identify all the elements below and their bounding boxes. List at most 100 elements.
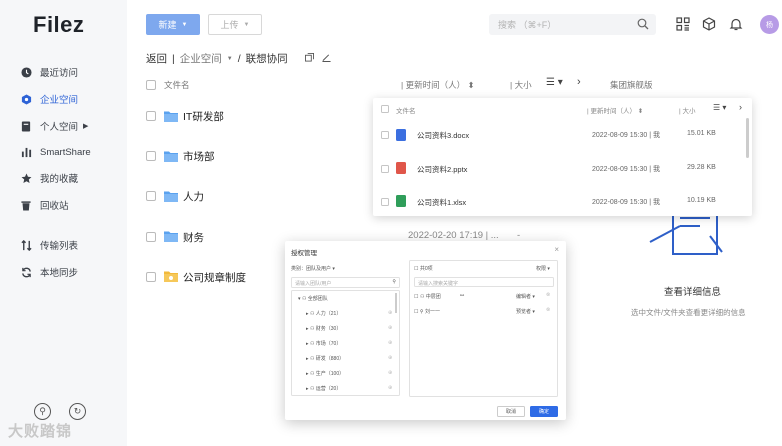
sidebar-item-transfer[interactable]: 传输列表 bbox=[20, 235, 120, 255]
sidebar-item-smartshare[interactable]: SmartShare bbox=[20, 142, 120, 162]
tree-item-label: 生产（100） bbox=[315, 371, 345, 377]
permission-header[interactable]: 权限 ▾ bbox=[536, 265, 550, 272]
back-link[interactable]: 返回 bbox=[146, 51, 167, 66]
add-icon[interactable]: ⊕ bbox=[388, 310, 392, 316]
add-icon[interactable]: ⊕ bbox=[388, 355, 392, 361]
add-icon[interactable]: ⊕ bbox=[388, 325, 392, 331]
permission-value: 编辑者 bbox=[516, 294, 532, 300]
tree-item-label: 财务（30） bbox=[315, 326, 342, 332]
folder-icon bbox=[164, 151, 178, 162]
member-search-input[interactable]: 请输入团队/用户 ⚲ bbox=[291, 277, 400, 288]
chevron-right-icon[interactable]: › bbox=[739, 102, 742, 112]
copy-icon[interactable] bbox=[304, 52, 314, 65]
sidebar-item-trash[interactable]: 回收站 bbox=[20, 195, 120, 215]
sidebar-item-label: 传输列表 bbox=[40, 241, 79, 252]
popup-column-time[interactable]: | 更新时间（人） ⬍ bbox=[587, 105, 643, 115]
category-select[interactable]: 团队及用户 bbox=[306, 266, 331, 272]
list-view-icon[interactable]: ☰ ▾ bbox=[546, 77, 563, 88]
cube-icon[interactable] bbox=[702, 17, 716, 31]
row-checkbox[interactable] bbox=[381, 165, 389, 173]
file-name[interactable]: 市场部 bbox=[183, 149, 215, 164]
sidebar-item-sync[interactable]: 本地同步 bbox=[20, 262, 120, 282]
chevron-down-icon: ▼ bbox=[181, 21, 188, 28]
list-view-icon[interactable]: ☰ ▾ bbox=[713, 103, 726, 112]
row-checkbox[interactable] bbox=[146, 191, 156, 201]
breadcrumb-space[interactable]: 企业空间 bbox=[180, 51, 222, 66]
column-header-time[interactable]: | 更新时间（人） ⬍ bbox=[401, 79, 475, 91]
search-input[interactable]: 搜索 （⌘+F） bbox=[489, 14, 656, 35]
remove-icon[interactable]: ⊗ bbox=[546, 307, 550, 313]
tree-item[interactable]: ▸ ⚇ 财务（30） bbox=[306, 325, 341, 332]
file-name[interactable]: IT研发部 bbox=[183, 109, 224, 124]
file-size: 10.19 KB bbox=[687, 197, 716, 204]
avatar[interactable]: 杨 bbox=[760, 15, 779, 34]
add-icon[interactable]: ⊕ bbox=[388, 370, 392, 376]
row-checkbox[interactable] bbox=[146, 232, 156, 242]
chevron-right-icon[interactable]: › bbox=[577, 76, 581, 88]
tree-root[interactable]: ▾ ⚇ 全部团队 bbox=[298, 295, 328, 302]
clock-icon bbox=[20, 66, 32, 78]
team-tree: ▾ ⚇ 全部团队 ▸ ⚇ 人力（21） ▸ ⚇ 财务（30） ▸ ⚇ 市场（70… bbox=[291, 290, 400, 396]
new-button[interactable]: 新建 ▼ bbox=[146, 14, 200, 35]
sidebar-item-personal[interactable]: 个人空间 ▶ bbox=[20, 116, 120, 136]
sidebar-item-favorites[interactable]: 我的收藏 bbox=[20, 168, 120, 188]
upload-button[interactable]: 上传 ▼ bbox=[208, 14, 262, 35]
file-name[interactable]: 公司规章制度 bbox=[183, 270, 246, 285]
file-name[interactable]: 财务 bbox=[183, 230, 204, 245]
tree-item-label: 市场（70） bbox=[315, 341, 342, 347]
sidebar-item-label: 本地同步 bbox=[40, 268, 79, 279]
chevron-down-icon[interactable]: ▼ bbox=[227, 56, 233, 62]
file-preview-popup: 文件名 | 更新时间（人） ⬍ | 大小 ☰ ▾ › 公司资料3.docx 20… bbox=[373, 98, 752, 216]
permission-select[interactable]: 编辑者 ▾ bbox=[516, 293, 535, 300]
file-name[interactable]: 公司资料1.xlsx bbox=[417, 197, 466, 208]
scrollbar[interactable] bbox=[395, 293, 397, 313]
grid-apps-icon[interactable] bbox=[676, 17, 690, 31]
file-time: 2022-08-09 15:30 | 我 bbox=[592, 166, 660, 173]
file-name[interactable]: 公司资料2.pptx bbox=[417, 164, 467, 175]
column-header-size[interactable]: | 大小 bbox=[510, 79, 532, 91]
folder-icon bbox=[164, 231, 178, 242]
ppt-file-icon bbox=[396, 162, 406, 174]
sidebar-item-label: 我的收藏 bbox=[40, 174, 79, 185]
add-icon[interactable]: ⊕ bbox=[388, 340, 392, 346]
popup-column-name[interactable]: 文件名 bbox=[396, 105, 416, 115]
row-checkbox[interactable] bbox=[146, 151, 156, 161]
select-all-checkbox[interactable] bbox=[146, 80, 156, 90]
member-row[interactable]: ☐ ⚲ 刘一一 bbox=[414, 308, 440, 315]
row-checkbox[interactable] bbox=[381, 198, 389, 206]
bell-icon[interactable] bbox=[729, 17, 743, 31]
permission-select[interactable]: 预览者 ▾ bbox=[516, 308, 535, 315]
select-all-checkbox[interactable] bbox=[381, 105, 389, 113]
add-icon[interactable]: ⊕ bbox=[388, 385, 392, 391]
keyword-search-input[interactable]: 请输入搜索关键字 bbox=[414, 277, 554, 287]
tree-item[interactable]: ▸ ⚇ 生产（100） bbox=[306, 370, 344, 377]
permission-value: 预览者 bbox=[516, 309, 532, 315]
scrollbar[interactable] bbox=[746, 118, 749, 158]
tree-item[interactable]: ▸ ⚇ 研发（880） bbox=[306, 355, 344, 362]
file-name[interactable]: 人力 bbox=[183, 189, 204, 204]
remove-icon[interactable]: ⊗ bbox=[546, 292, 550, 298]
watermark: 大败踏锦 bbox=[8, 423, 73, 440]
cancel-button[interactable]: 取消 bbox=[497, 406, 525, 417]
file-name[interactable]: 公司资料3.docx bbox=[417, 130, 469, 141]
row-checkbox[interactable] bbox=[381, 131, 389, 139]
link-icon[interactable]: ⚲ bbox=[34, 403, 51, 420]
row-checkbox[interactable] bbox=[146, 272, 156, 282]
tree-item[interactable]: ▸ ⚇ 市场（70） bbox=[306, 340, 341, 347]
column-header-name[interactable]: 文件名 bbox=[164, 79, 190, 91]
popup-column-size[interactable]: | 大小 bbox=[679, 105, 696, 115]
selected-count: ☐ 共0项 bbox=[414, 266, 433, 272]
new-button-label: 新建 bbox=[158, 20, 177, 30]
edit-icon[interactable] bbox=[322, 53, 331, 65]
close-icon[interactable]: × bbox=[554, 245, 559, 254]
file-size: - bbox=[517, 230, 521, 241]
feedback-icon[interactable]: ↻ bbox=[69, 403, 86, 420]
sidebar-item-recent[interactable]: 最近访问 bbox=[20, 62, 120, 82]
member-row[interactable]: ☐ ⚇ 中层团 bbox=[414, 293, 441, 300]
sync-icon bbox=[20, 266, 32, 278]
tree-item[interactable]: ▸ ⚇ 运营（20） bbox=[306, 385, 341, 392]
tree-item[interactable]: ▸ ⚇ 人力（21） bbox=[306, 310, 341, 317]
sidebar-item-enterprise[interactable]: 企业空间 bbox=[20, 89, 120, 109]
row-checkbox[interactable] bbox=[146, 111, 156, 121]
confirm-button[interactable]: 确定 bbox=[530, 406, 558, 417]
